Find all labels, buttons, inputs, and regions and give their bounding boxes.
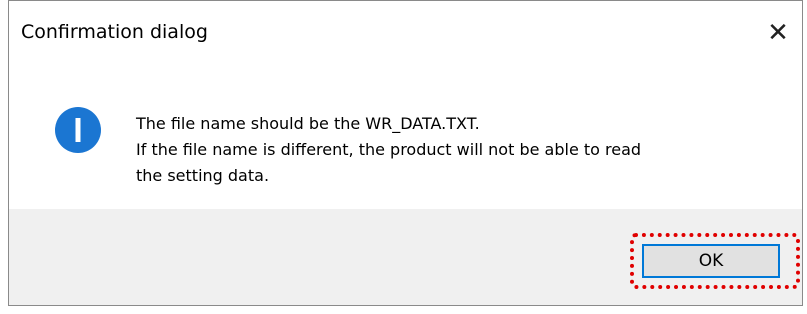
title-bar: Confirmation dialog ✕: [9, 1, 802, 67]
message-line-2: If the file name is different, the produ…: [136, 140, 642, 159]
close-icon[interactable]: ✕: [760, 15, 796, 51]
message-line-1: The file name should be the WR_DATA.TXT.: [136, 114, 480, 133]
info-icon: [55, 107, 101, 153]
confirmation-dialog: Confirmation dialog ✕ The file name shou…: [8, 0, 803, 306]
ok-button[interactable]: OK: [642, 244, 780, 278]
dialog-content: The file name should be the WR_DATA.TXT.…: [9, 67, 802, 209]
message-text: The file name should be the WR_DATA.TXT.…: [136, 111, 641, 189]
window-title: Confirmation dialog: [21, 21, 208, 43]
button-bar: OK: [9, 209, 802, 305]
message-line-3: the setting data.: [136, 166, 270, 185]
info-icon-glyph: [75, 118, 81, 142]
